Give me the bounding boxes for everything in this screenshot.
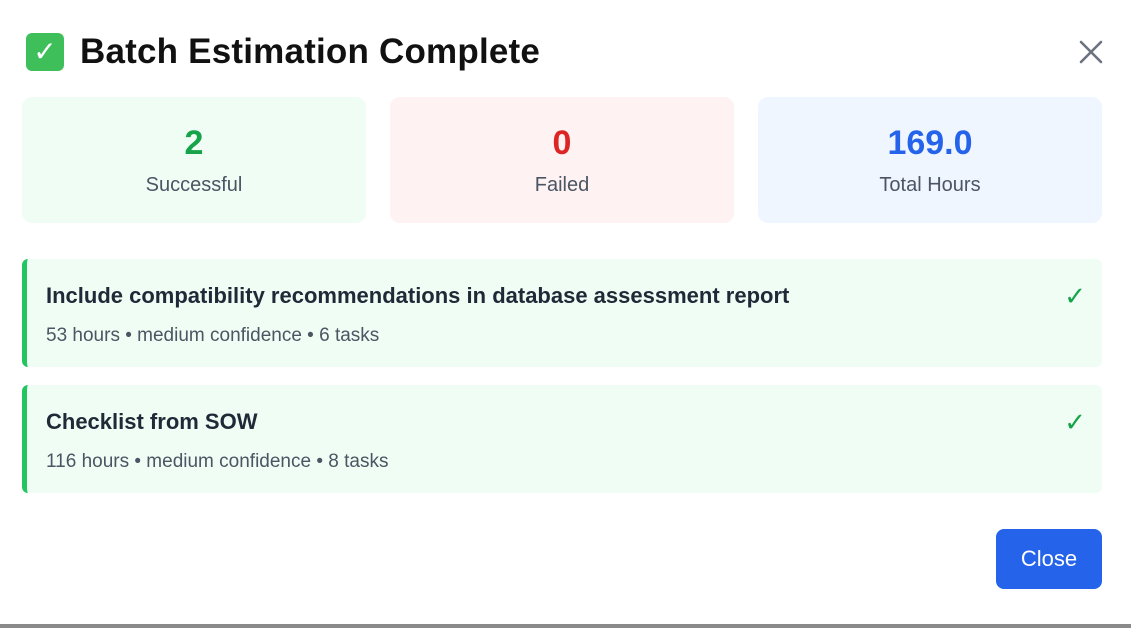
check-mark-button-icon: ✓: [26, 33, 64, 71]
successful-count: 2: [184, 123, 204, 162]
result-meta: 53 hours • medium confidence • 6 tasks: [46, 325, 380, 346]
total-hours-label: Total Hours: [879, 173, 981, 196]
failed-stat-card: 0 Failed: [390, 97, 734, 223]
modal-header: ✓ Batch Estimation Complete: [22, 28, 1109, 76]
batch-estimation-modal: ✓ Batch Estimation Complete 2 Successful…: [0, 0, 1131, 624]
total-hours-value: 169.0: [887, 123, 973, 162]
failed-label: Failed: [534, 173, 590, 196]
background-strip: [0, 624, 1131, 628]
stats-row: 2 Successful 0 Failed 169.0 Total Hours: [22, 97, 1102, 223]
successful-label: Successful: [145, 173, 243, 196]
result-title: Include compatibility recommendations in…: [46, 283, 790, 308]
total-hours-stat-card: 169.0 Total Hours: [758, 97, 1102, 223]
result-item: Include compatibility recommendations in…: [22, 259, 1102, 367]
close-icon[interactable]: [1073, 34, 1109, 70]
check-icon: ✓: [1064, 281, 1086, 311]
result-item: Checklist from SOW 116 hours • medium co…: [22, 385, 1102, 493]
successful-stat-card: 2 Successful: [22, 97, 366, 223]
results-list: Include compatibility recommendations in…: [22, 259, 1102, 511]
result-meta: 116 hours • medium confidence • 8 tasks: [46, 451, 389, 472]
close-button[interactable]: Close: [996, 529, 1102, 589]
failed-count: 0: [552, 123, 572, 162]
modal-title: Batch Estimation Complete: [80, 32, 541, 71]
result-title: Checklist from SOW: [46, 409, 258, 434]
check-icon: ✓: [1064, 407, 1086, 437]
